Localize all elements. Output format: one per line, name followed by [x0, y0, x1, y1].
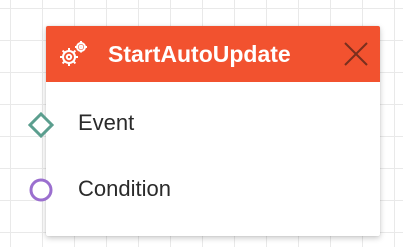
start-auto-update-node[interactable]: StartAutoUpdate Event Condition [46, 26, 380, 236]
gears-icon [60, 41, 87, 66]
port-condition-handle[interactable] [28, 177, 54, 203]
port-event-handle[interactable] [28, 112, 54, 138]
node-title: StartAutoUpdate [108, 41, 291, 67]
node-header[interactable]: StartAutoUpdate [46, 26, 380, 82]
port-event-label: Event [78, 110, 135, 135]
port-condition-label: Condition [78, 176, 171, 201]
close-icon[interactable] [342, 40, 370, 68]
